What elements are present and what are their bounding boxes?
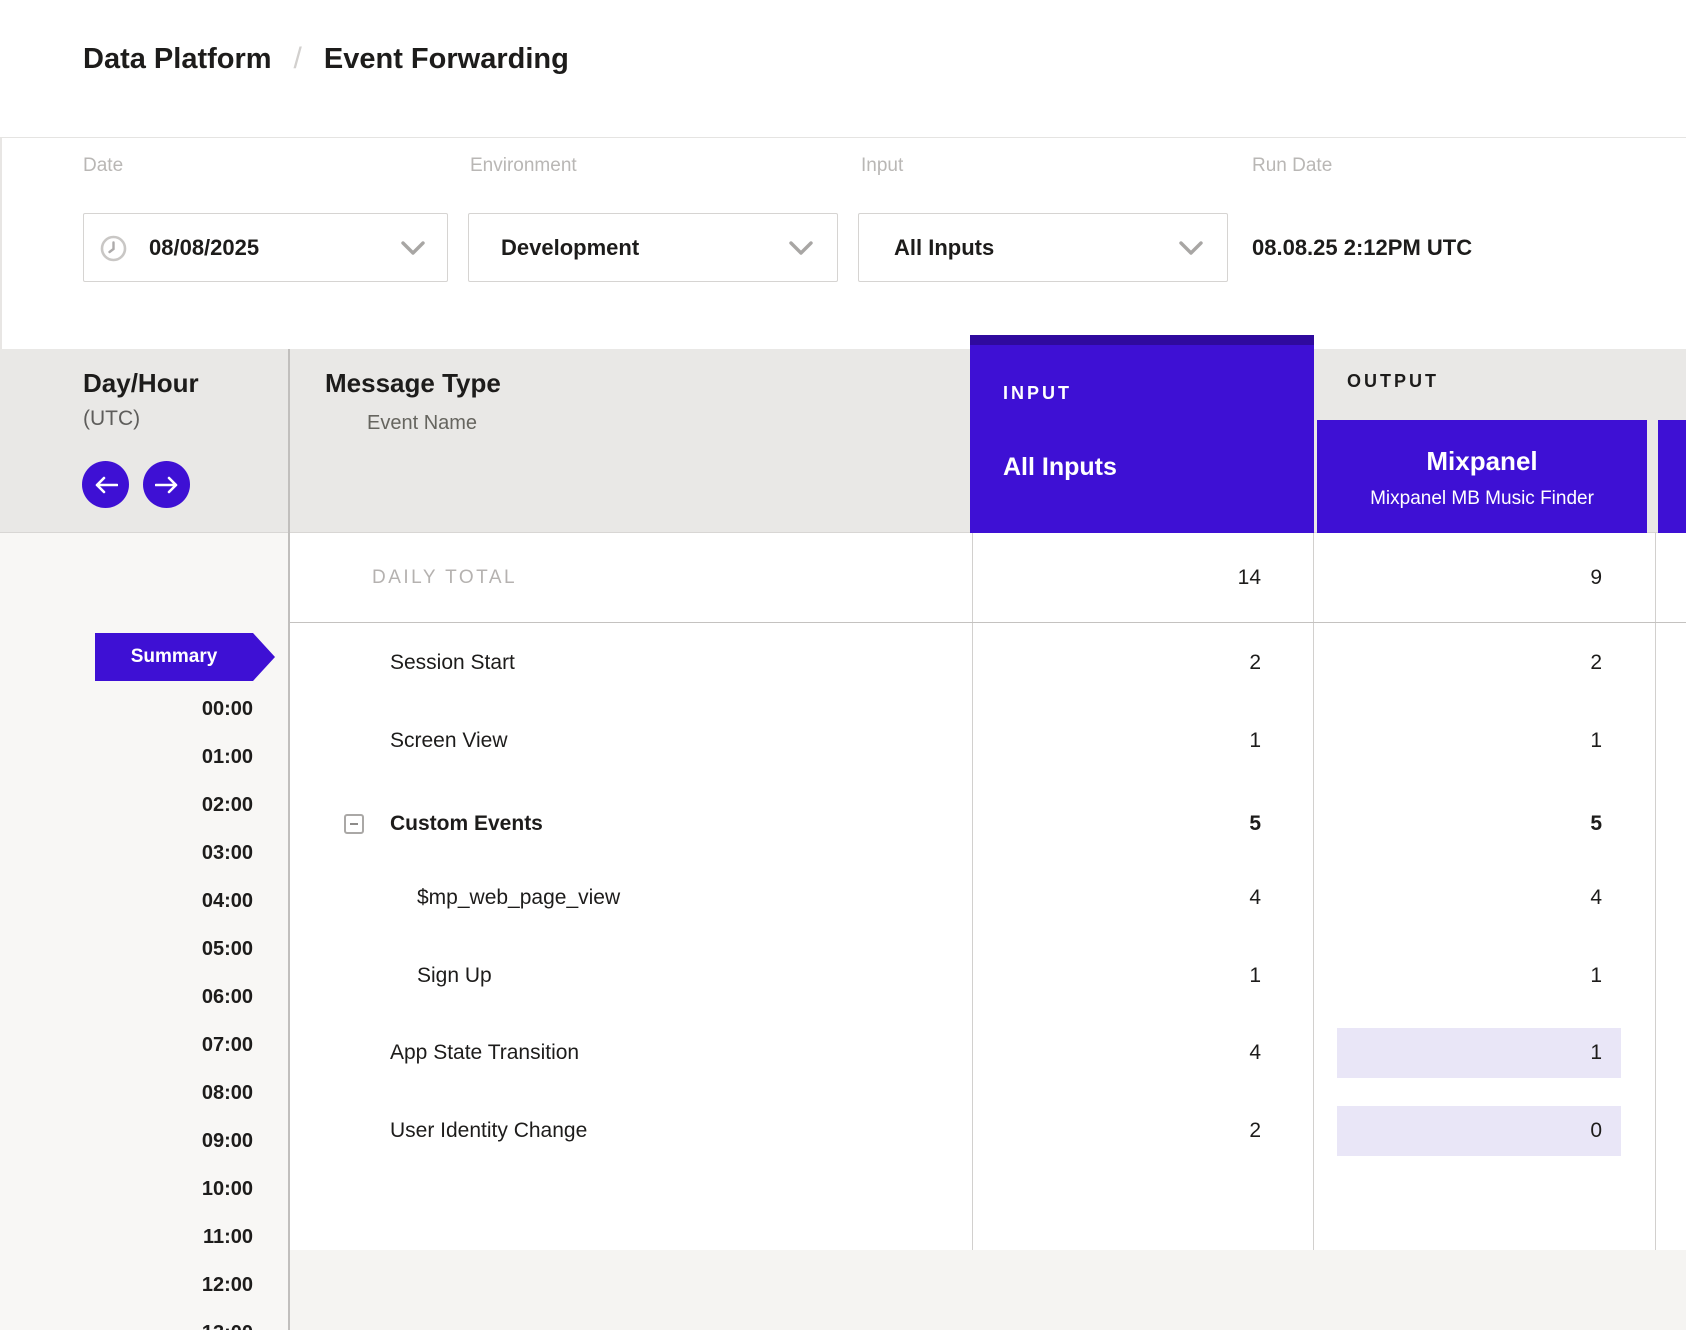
table-row: Session Start 2 2 [0,624,1686,702]
table-row: Sign Up 1 1 [0,937,1686,1015]
daily-total-label: DAILY TOTAL [372,533,517,622]
output-count-value: 0 [1590,1119,1602,1142]
input-column-name: All Inputs [1003,453,1117,482]
output-column-header-mixpanel[interactable]: Mixpanel Mixpanel MB Music Finder [1317,420,1647,533]
output-count-cell: 1 [1313,1014,1655,1092]
hour-row-label[interactable]: 11:00 [0,1213,253,1261]
output-count-cell: 2 [1313,624,1655,702]
output-column-partial [1658,420,1686,533]
event-forwarding-page: Data Platform / Event Forwarding Date En… [0,0,1686,1330]
input-filter-label: Input [861,155,903,177]
input-count-cell: 4 [972,1014,1261,1092]
breadcrumb-page-title: Event Forwarding [324,43,569,76]
output-count-cell: 5 [1313,785,1655,863]
daily-total-input-count: 14 [972,533,1261,622]
date-filter-label: Date [83,155,123,177]
top-header-bar: Data Platform / Event Forwarding [0,0,1686,138]
input-count-cell: 1 [972,937,1261,1015]
table-row: User Identity Change 2 0 [0,1092,1686,1170]
clock-icon [100,235,127,262]
message-type-header: Message Type [325,368,501,399]
chevron-down-icon [1179,241,1203,256]
output-count-value: 5 [1590,812,1602,835]
run-date-value: 08.08.25 2:12PM UTC [1252,235,1472,261]
chevron-down-icon [789,241,813,256]
input-count-cell: 2 [972,624,1261,702]
hour-row-label[interactable]: 12:00 [0,1261,253,1309]
environment-select-value: Development [501,214,639,281]
table-row: Custom Events 5 5 [0,785,1686,863]
daily-total-output-count: 9 [1313,533,1655,622]
event-row-label: Custom Events [390,785,543,863]
output-count-cell: 0 [1313,1092,1655,1170]
table-row: App State Transition 4 1 [0,1014,1686,1092]
day-hour-timezone: (UTC) [83,407,140,431]
input-select[interactable]: All Inputs [858,213,1228,282]
output-count-cell: 1 [1313,702,1655,780]
next-day-button[interactable] [143,461,190,508]
event-name-subheader: Event Name [367,412,477,435]
minus-square-icon[interactable] [344,814,364,834]
input-column-header[interactable]: INPUT All Inputs [970,335,1314,533]
output-count-value: 4 [1590,886,1602,909]
breadcrumb-section[interactable]: Data Platform [83,43,272,76]
chevron-down-icon [401,241,425,256]
environment-filter-label: Environment [470,155,577,177]
arrow-left-icon [94,476,118,494]
table-footer-area [290,1250,1686,1330]
environment-select[interactable]: Development [468,213,838,282]
event-row-label: Session Start [390,624,515,702]
event-row-label: Screen View [390,702,508,780]
daily-total-border [290,622,1686,623]
input-count-cell: 2 [972,1092,1261,1170]
input-count-cell: 1 [972,702,1261,780]
table-row: $mp_web_page_view 4 4 [0,859,1686,937]
arrow-right-icon [155,476,179,494]
output-count-value: 1 [1590,1041,1602,1064]
breadcrumb: Data Platform / Event Forwarding [83,42,569,76]
highlighted-cell-background [1337,1106,1621,1156]
daily-total-row: DAILY TOTAL 14 9 [0,533,1686,622]
output-section-label: OUTPUT [1347,371,1439,392]
hour-row-label[interactable]: 13:00 [0,1309,253,1330]
table-row: Screen View 1 1 [0,702,1686,780]
output-count-value: 1 [1590,964,1602,987]
output-count-value: 1 [1590,729,1602,752]
input-select-value: All Inputs [894,214,994,281]
event-row-label: $mp_web_page_view [417,859,620,937]
day-hour-header: Day/Hour [83,368,199,399]
minus-glyph [350,823,358,825]
date-select[interactable]: 08/08/2025 [83,213,448,282]
output-count-cell: 4 [1313,859,1655,937]
output-count-value: 2 [1590,651,1602,674]
event-row-label: User Identity Change [390,1092,587,1170]
highlighted-cell-background [1337,1028,1621,1078]
input-count-cell: 4 [972,859,1261,937]
event-row-label: App State Transition [390,1014,579,1092]
output-column-name: Mixpanel [1317,446,1647,477]
previous-day-button[interactable] [82,461,129,508]
run-date-label: Run Date [1252,155,1332,177]
input-count-cell: 5 [972,785,1261,863]
output-count-cell: 1 [1313,937,1655,1015]
input-section-label: INPUT [1003,383,1072,404]
output-column-subtitle: Mixpanel MB Music Finder [1317,488,1647,510]
breadcrumb-separator: / [294,42,302,76]
date-select-value: 08/08/2025 [149,214,259,281]
event-row-label: Sign Up [417,937,492,1015]
hour-row-label[interactable]: 10:00 [0,1165,253,1213]
